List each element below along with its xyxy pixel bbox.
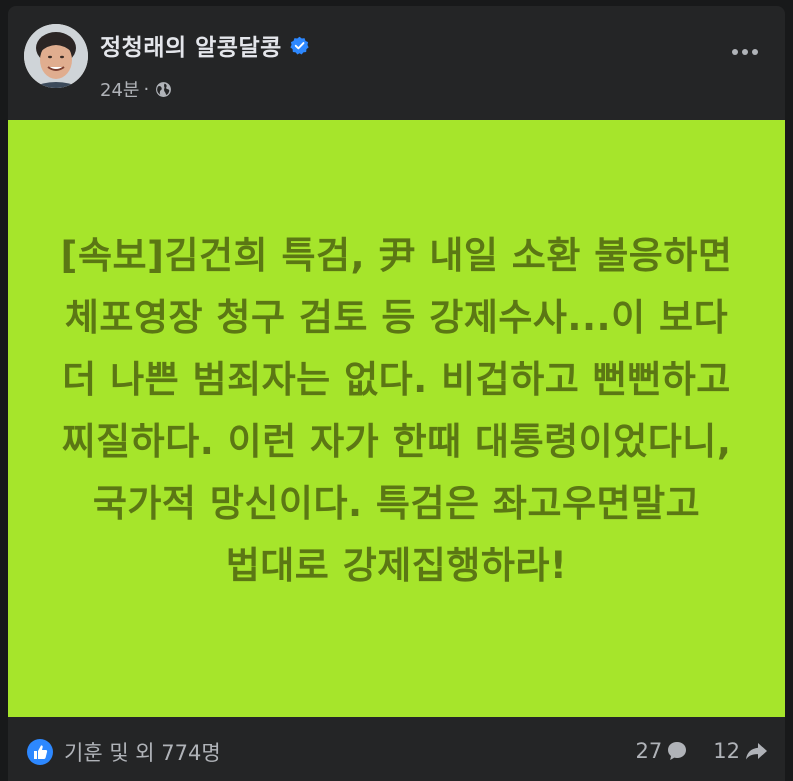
reactions-summary[interactable]: 기훈 및 외 774명 — [26, 737, 221, 767]
feed-post: 정청래의 알콩달콩 24분 · [속보]김건희 특검, 尹 내일 소환 불응하면… — [8, 6, 785, 781]
post-meta: 24분 · — [100, 76, 172, 102]
post-body-card[interactable]: [속보]김건희 특검, 尹 내일 소환 불응하면 체포영장 청구 검토 등 강제… — [8, 120, 785, 717]
post-footer: 기훈 및 외 774명 27 12 — [8, 717, 785, 781]
post-body-text: [속보]김건희 특검, 尹 내일 소환 불응하면 체포영장 청구 검토 등 강제… — [60, 233, 733, 587]
comment-icon — [668, 742, 687, 760]
globe-icon[interactable] — [155, 81, 172, 98]
shares-count: 12 — [713, 739, 740, 763]
shares-stat[interactable]: 12 — [713, 739, 769, 763]
post-header: 정청래의 알콩달콩 24분 · — [8, 6, 785, 120]
meta-separator: · — [143, 78, 150, 100]
like-icon — [26, 738, 54, 766]
author-line: 정청래의 알콩달콩 — [100, 28, 309, 62]
post-timestamp[interactable]: 24분 — [100, 76, 139, 102]
more-options-icon — [732, 49, 758, 55]
avatar-photo — [24, 24, 88, 88]
reactions-label: 기훈 및 외 774명 — [64, 741, 221, 765]
engagement-stats: 27 12 — [636, 739, 769, 763]
comments-stat[interactable]: 27 — [636, 739, 690, 763]
author-avatar[interactable] — [24, 24, 88, 88]
comments-count: 27 — [635, 739, 663, 763]
author-name[interactable]: 정청래의 알콩달콩 — [100, 28, 282, 62]
more-options-button[interactable] — [727, 40, 763, 64]
share-icon — [746, 743, 767, 760]
verified-badge-icon — [290, 36, 309, 55]
